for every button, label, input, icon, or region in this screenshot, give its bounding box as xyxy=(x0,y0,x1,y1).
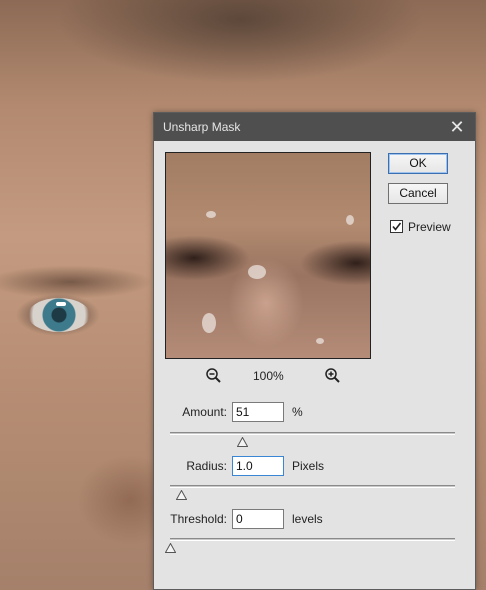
preview-checkbox[interactable] xyxy=(390,220,403,233)
zoom-in-icon[interactable] xyxy=(324,367,342,385)
close-icon[interactable]: ✕ xyxy=(447,117,467,137)
amount-unit: % xyxy=(292,405,303,419)
threshold-label: Threshold: xyxy=(170,512,227,526)
preview-label: Preview xyxy=(408,220,451,234)
zoom-controls: 100% xyxy=(165,365,371,387)
ok-button[interactable]: OK xyxy=(388,153,448,174)
unsharp-mask-dialog: Unsharp Mask ✕ 100% OK Cancel Preview Am… xyxy=(153,112,476,590)
threshold-unit: levels xyxy=(292,512,323,526)
amount-input[interactable] xyxy=(232,402,284,422)
radius-input[interactable] xyxy=(232,456,284,476)
dialog-title: Unsharp Mask xyxy=(163,120,241,134)
amount-label: Amount: xyxy=(182,405,227,419)
amount-slider-thumb[interactable] xyxy=(236,434,249,447)
zoom-level: 100% xyxy=(253,369,284,383)
radius-unit: Pixels xyxy=(292,459,325,473)
cancel-button[interactable]: Cancel xyxy=(388,183,448,204)
amount-slider-track[interactable] xyxy=(170,432,455,435)
zoom-out-icon[interactable] xyxy=(205,367,223,385)
checkmark-icon xyxy=(392,222,402,231)
radius-label: Radius: xyxy=(186,459,227,473)
eye-highlight xyxy=(56,302,66,306)
threshold-slider-track[interactable] xyxy=(170,538,455,541)
threshold-input[interactable] xyxy=(232,509,284,529)
preview-image[interactable] xyxy=(165,152,371,359)
radius-slider-track[interactable] xyxy=(170,485,455,488)
threshold-slider-thumb[interactable] xyxy=(164,540,176,553)
radius-slider-thumb[interactable] xyxy=(175,487,188,500)
dialog-titlebar[interactable]: Unsharp Mask ✕ xyxy=(154,113,475,141)
